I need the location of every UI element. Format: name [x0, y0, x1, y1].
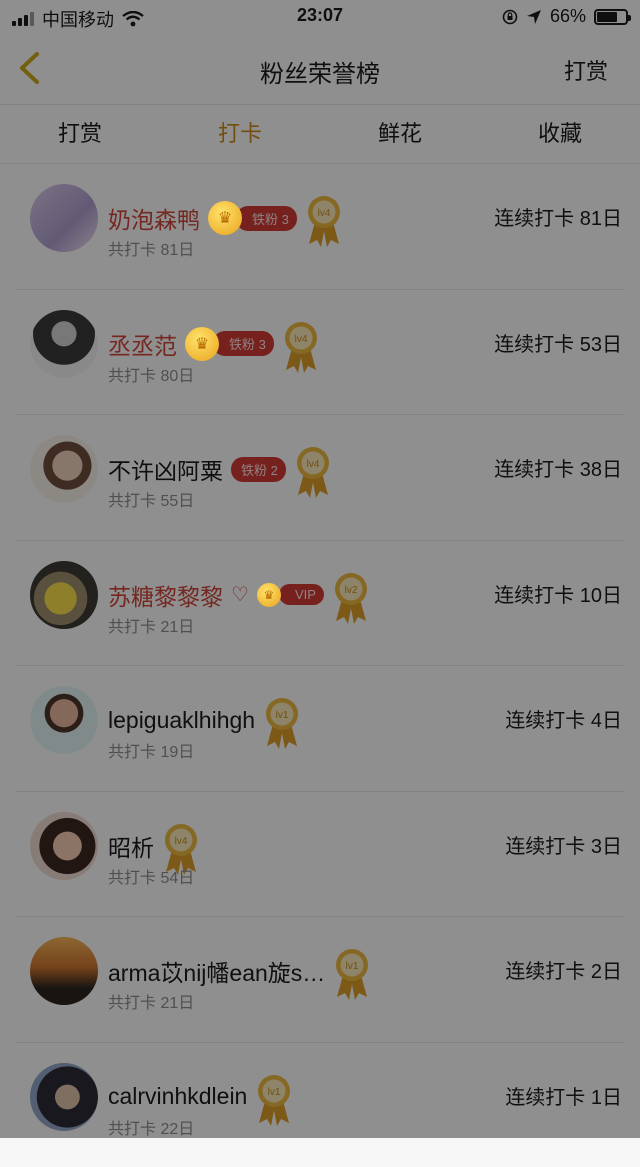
battery-icon — [594, 9, 628, 25]
page-title: 粉丝荣誉榜 — [0, 54, 640, 89]
battery-percent: 66% — [550, 6, 586, 27]
streak-label: 连续打卡 1日 — [505, 1081, 622, 1110]
total-checkins: 共打卡 54日 — [108, 864, 194, 888]
list-item[interactable]: 苏糖黎黎黎 ♡ ♛ VIP lv2 共打卡 21日 连续打卡 10日 — [16, 541, 624, 667]
total-checkins: 共打卡 55日 — [108, 487, 194, 511]
avatar[interactable] — [30, 686, 98, 754]
list-item[interactable]: lepiguaklhihgh lv1 共打卡 19日 连续打卡 4日 — [16, 666, 624, 792]
level-label: lv1 — [276, 710, 289, 721]
user-name[interactable]: calrvinhkdlein — [108, 1083, 247, 1110]
heart-icon: ♡ — [231, 582, 249, 607]
tab-bar: 打赏 打卡 鲜花 收藏 — [0, 105, 640, 164]
list-item[interactable]: 丞丞范 ♛ 铁粉 3 lv4 共打卡 80日 连续打卡 53日 — [16, 290, 624, 416]
level-label: lv4 — [175, 836, 188, 847]
list-item[interactable]: 不许凶阿粟 铁粉 2 lv4 共打卡 55日 连续打卡 38日 — [16, 415, 624, 541]
vip-badge: VIP — [279, 584, 324, 605]
level-label: lv2 — [345, 585, 358, 596]
streak-label: 连续打卡 38日 — [494, 453, 622, 482]
total-checkins: 共打卡 22日 — [108, 1115, 194, 1139]
list-item[interactable]: calrvinhkdlein lv1 共打卡 22日 连续打卡 1日 — [16, 1043, 624, 1167]
crown-icon: ♛ — [257, 583, 281, 607]
streak-label: 连续打卡 2日 — [505, 955, 622, 984]
fan-badge: 铁粉 3 — [213, 331, 274, 356]
fan-list: 奶泡森鸭 ♛ 铁粉 3 lv4 共打卡 81日 连续打卡 81日 丞丞范 ♛ 铁… — [0, 164, 640, 1167]
total-checkins: 共打卡 81日 — [108, 236, 194, 260]
avatar[interactable] — [30, 812, 98, 880]
crown-icon: ♛ — [185, 327, 219, 361]
user-name[interactable]: 不许凶阿粟 — [108, 452, 223, 486]
medal-icon: lv2 — [332, 571, 370, 625]
tab-reward[interactable]: 打赏 — [0, 105, 160, 163]
list-item[interactable]: 昭析 lv4 共打卡 54日 连续打卡 3日 — [16, 792, 624, 918]
user-name[interactable]: 昭析 — [108, 829, 154, 863]
navigation-bar: 粉丝荣誉榜 打赏 — [0, 32, 640, 105]
tab-checkin[interactable]: 打卡 — [160, 105, 320, 163]
avatar[interactable] — [30, 561, 98, 629]
medal-icon: lv1 — [263, 696, 301, 750]
medal-icon: lv4 — [294, 445, 332, 499]
user-name[interactable]: 丞丞范 — [108, 327, 177, 361]
user-name[interactable]: arma苡nij幡ean旋s… — [108, 954, 325, 988]
location-icon — [526, 9, 542, 25]
user-name[interactable]: lepiguaklhihgh — [108, 707, 255, 734]
level-label: lv1 — [268, 1087, 281, 1098]
streak-label: 连续打卡 53日 — [494, 328, 622, 357]
crown-icon: ♛ — [208, 201, 242, 235]
level-label: lv4 — [294, 334, 307, 345]
avatar[interactable] — [30, 1063, 98, 1131]
total-checkins: 共打卡 21日 — [108, 989, 194, 1013]
avatar[interactable] — [30, 184, 98, 252]
fan-badge: 铁粉 3 — [236, 206, 297, 231]
streak-label: 连续打卡 3日 — [505, 830, 622, 859]
avatar[interactable] — [30, 310, 98, 378]
list-item[interactable]: arma苡nij幡ean旋s… lv1 共打卡 21日 连续打卡 2日 — [16, 917, 624, 1043]
streak-label: 连续打卡 81日 — [494, 202, 622, 231]
medal-icon: lv1 — [333, 947, 371, 1001]
avatar[interactable] — [30, 435, 98, 503]
fan-badge: 铁粉 2 — [231, 457, 286, 482]
total-checkins: 共打卡 19日 — [108, 738, 194, 762]
streak-label: 连续打卡 10日 — [494, 579, 622, 608]
lock-rotation-icon — [502, 9, 518, 25]
level-label: lv1 — [346, 961, 359, 972]
medal-icon: lv4 — [305, 194, 343, 248]
reward-button[interactable]: 打赏 — [564, 54, 608, 86]
medal-icon: lv4 — [282, 320, 320, 374]
streak-label: 连续打卡 4日 — [505, 704, 622, 733]
list-item[interactable]: 奶泡森鸭 ♛ 铁粉 3 lv4 共打卡 81日 连续打卡 81日 — [16, 164, 624, 290]
tab-flowers[interactable]: 鲜花 — [320, 105, 480, 163]
total-checkins: 共打卡 80日 — [108, 362, 194, 386]
status-bar: 中国移动 23:07 66% — [0, 0, 640, 32]
tab-favorites[interactable]: 收藏 — [480, 105, 640, 163]
user-name[interactable]: 苏糖黎黎黎 — [108, 578, 223, 612]
total-checkins: 共打卡 21日 — [108, 613, 194, 637]
level-label: lv4 — [306, 459, 319, 470]
user-name[interactable]: 奶泡森鸭 — [108, 201, 200, 235]
medal-icon: lv1 — [255, 1073, 293, 1127]
avatar[interactable] — [30, 937, 98, 1005]
level-label: lv4 — [317, 208, 330, 219]
